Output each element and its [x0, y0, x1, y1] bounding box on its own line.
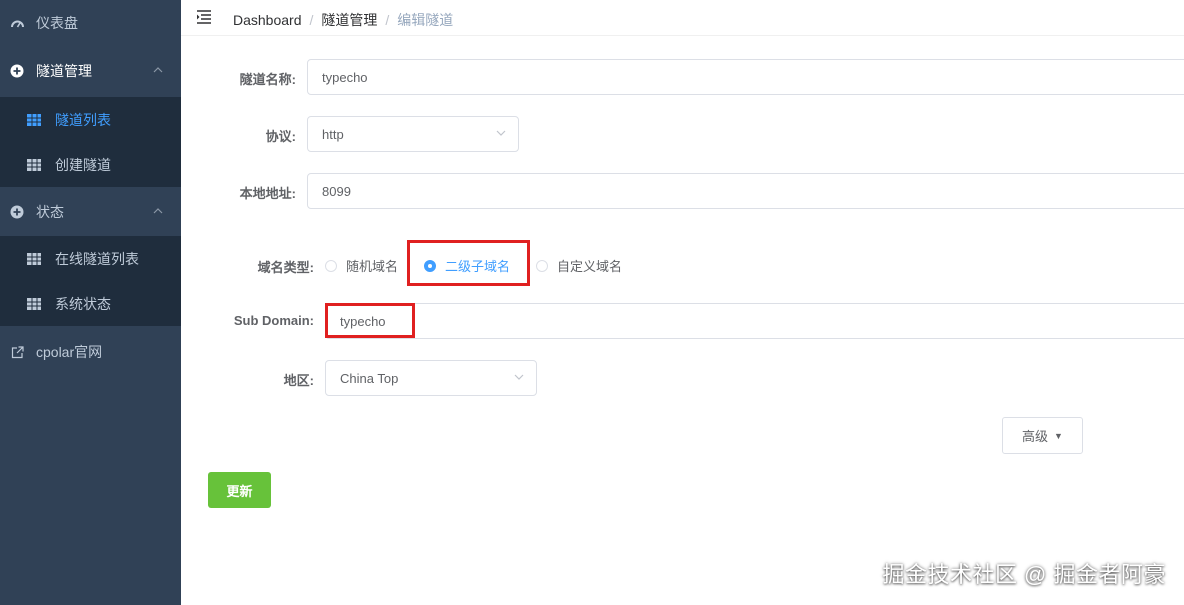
chevron-down-icon: [514, 374, 524, 380]
radio-label: 二级子域名: [445, 259, 511, 274]
breadcrumb-item[interactable]: Dashboard: [233, 12, 302, 28]
sidebar-item-system-status[interactable]: 系统状态: [0, 281, 181, 326]
sub-domain-input[interactable]: typecho: [325, 303, 1184, 339]
sidebar-item-online-tunnels[interactable]: 在线隧道列表: [0, 236, 181, 281]
grid-icon: [27, 113, 41, 126]
sidebar: 仪表盘 隧道管理 隧道列表 创建隧道 状态 在线隧道列表 系统状态 cpolar…: [0, 0, 181, 605]
radio-dot: [325, 259, 337, 272]
caret-down-icon: ▼: [1054, 430, 1063, 441]
sidebar-item-label: 仪表盘: [36, 15, 78, 31]
radio-subdomain[interactable]: 二级子域名: [424, 256, 510, 275]
breadcrumb-separator: /: [309, 12, 314, 28]
sidebar-item-label: 隧道列表: [55, 111, 111, 128]
breadcrumb-item[interactable]: 隧道管理: [321, 10, 377, 30]
external-link-icon: [10, 345, 24, 359]
protocol-label: 协议:: [265, 129, 296, 144]
update-button-label: 更新: [226, 483, 253, 499]
grid-icon: [27, 158, 41, 171]
sub-domain-value: typecho: [340, 313, 386, 329]
region-label: 地区:: [283, 373, 314, 388]
breadcrumb: Dashboard / 隧道管理 / 编辑隧道: [233, 10, 453, 30]
domain-type-label: 域名类型:: [257, 260, 314, 275]
grid-icon: [27, 297, 41, 310]
chevron-up-icon: [153, 67, 163, 73]
plus-circle-icon: [10, 64, 24, 78]
local-address-input[interactable]: 8099: [307, 173, 1184, 209]
radio-dot: [424, 259, 436, 272]
watermark: 掘金技术社区 @ 掘金者阿豪: [882, 562, 1166, 587]
sidebar-item-label: 系统状态: [55, 295, 111, 312]
dashboard-icon: [10, 16, 24, 30]
chevron-up-icon: [153, 208, 163, 214]
local-address-value: 8099: [322, 183, 351, 199]
sidebar-item-label: cpolar官网: [36, 344, 103, 360]
breadcrumb-separator: /: [385, 12, 390, 28]
tunnel-name-value: typecho: [322, 69, 368, 85]
protocol-select[interactable]: http: [307, 116, 519, 152]
submenu-status: 在线隧道列表 系统状态: [0, 236, 181, 326]
radio-label: 随机域名: [346, 259, 399, 274]
radio-custom-domain[interactable]: 自定义域名: [536, 256, 622, 275]
sidebar-item-tunnel-management[interactable]: 隧道管理: [0, 48, 181, 94]
plus-circle-icon: [10, 205, 24, 219]
sidebar-item-status[interactable]: 状态: [0, 189, 181, 235]
sidebar-item-label: 隧道管理: [36, 63, 92, 79]
sidebar-item-cpolar-site[interactable]: cpolar官网: [0, 329, 181, 375]
protocol-value: http: [322, 126, 344, 142]
submenu-tunnel-management: 隧道列表 创建隧道: [0, 97, 181, 187]
sidebar-item-tunnel-list[interactable]: 隧道列表: [0, 97, 181, 142]
sidebar-item-label: 创建隧道: [55, 156, 111, 173]
tunnel-name-label: 隧道名称:: [239, 72, 296, 87]
menu-fold-icon[interactable]: [197, 10, 213, 24]
region-value: China Top: [340, 370, 399, 386]
tunnel-name-input[interactable]: typecho: [307, 59, 1184, 95]
sub-domain-label: Sub Domain:: [233, 313, 314, 328]
sidebar-item-label: 状态: [36, 204, 64, 220]
advanced-button-label: 高级: [1022, 429, 1049, 444]
sidebar-item-label: 在线隧道列表: [55, 250, 139, 267]
grid-icon: [27, 252, 41, 265]
navbar: Dashboard / 隧道管理 / 编辑隧道: [181, 0, 1184, 36]
sidebar-item-dashboard[interactable]: 仪表盘: [0, 0, 181, 46]
local-address-label: 本地地址:: [239, 186, 296, 201]
radio-dot: [536, 259, 548, 272]
sidebar-item-create-tunnel[interactable]: 创建隧道: [0, 142, 181, 187]
advanced-button[interactable]: 高级 ▼: [1002, 417, 1083, 454]
radio-random-domain[interactable]: 随机域名: [325, 256, 398, 275]
update-button[interactable]: 更新: [208, 472, 271, 508]
breadcrumb-item-current: 编辑隧道: [397, 12, 454, 28]
region-select[interactable]: China Top: [325, 360, 537, 396]
radio-label: 自定义域名: [557, 259, 623, 274]
chevron-down-icon: [496, 130, 506, 136]
